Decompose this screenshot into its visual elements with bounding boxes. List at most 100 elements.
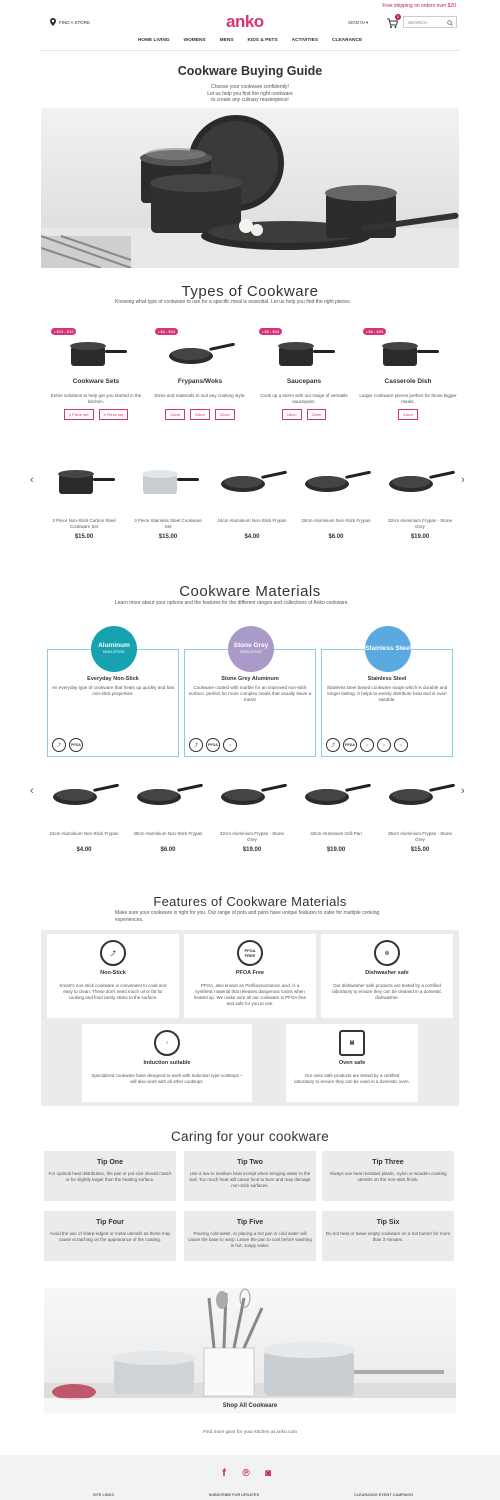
product-carousel-1: 3 Piece Non-Stick Carbon Steel Cookware … <box>47 462 457 540</box>
feature-desc: Our oven safe products are tested by a c… <box>294 1073 410 1084</box>
type-image <box>255 328 353 376</box>
type-card[interactable]: • $15 - $15 Cookware Sets Entire solutio… <box>47 328 145 420</box>
pfoa-free-icon: PFOA FREE <box>237 940 263 966</box>
feature-dishwasher-safe: ◎ Dishwasher safe Our dishwasher safe pr… <box>321 934 453 1018</box>
carousel-prev-arrow[interactable]: ‹ <box>30 474 34 486</box>
type-card[interactable]: • $5 - $15 Saucepans Cook up a storm wit… <box>255 328 353 420</box>
pinterest-icon[interactable]: ℗ <box>241 1469 251 1479</box>
footer-col-subscribe[interactable]: SUBSCRIBE FOR UPDATES <box>209 1493 259 1497</box>
material-desc: Stainless steel based cookware range whi… <box>326 685 448 702</box>
tip-title: Tip Four <box>96 1219 124 1226</box>
induction-icon: ○ <box>223 738 237 752</box>
product-name: 32cm Aluminium Frypan - Stone Grey <box>387 518 453 529</box>
footer-col-site-links[interactable]: SITE LINKS <box>93 1493 114 1497</box>
tip-card: Tip Two Use a low to medium heat except w… <box>184 1151 316 1201</box>
feature-desc: Our dishwasher safe products are tested … <box>332 983 442 1000</box>
size-chip[interactable]: 3 Piece set <box>63 409 94 420</box>
size-chip[interactable]: 24cm <box>165 409 186 420</box>
tip-card: Tip Three Always use heat resistant plast… <box>322 1151 454 1201</box>
product-card[interactable]: 24cm Aluminium Non-Stick Frypan $4.00 <box>215 462 289 540</box>
facebook-icon[interactable]: f <box>219 1469 229 1479</box>
feature-desc: Kmart's non-stick cookware is convenient… <box>59 983 167 1000</box>
product-card[interactable]: 32cm Aluminium Frypan - Stone Grey $19.0… <box>215 775 289 853</box>
type-image <box>359 328 457 376</box>
feature-title: Induction suitable <box>143 1060 191 1066</box>
search-icon[interactable] <box>447 20 453 26</box>
footer-col-clearance[interactable]: CLEARANCE EVENT CAMPAIGN <box>354 1493 413 1497</box>
nav-home-living[interactable]: HOME LIVING <box>138 38 170 43</box>
size-chip[interactable]: 24cm <box>398 409 418 420</box>
instagram-icon[interactable]: ◙ <box>263 1469 273 1479</box>
material-card[interactable]: Stone Grey NON-STICK Stone Grey Aluminum … <box>184 626 316 757</box>
size-chip[interactable]: 28cm <box>190 409 210 420</box>
nav-clearance[interactable]: CLEARANCE <box>332 38 362 43</box>
material-badge-label: Stainless Steel <box>365 644 411 652</box>
nav-divider <box>40 50 460 51</box>
product-card[interactable]: 3 Piece Stainless Steel Cookware Set $15… <box>131 462 205 540</box>
carousel-prev-arrow[interactable]: ‹ <box>30 785 34 797</box>
material-title: Stone Grey Aluminum <box>221 676 279 682</box>
product-name: 3 Piece Stainless Steel Cookware Set <box>134 518 202 529</box>
material-card[interactable]: Aluminum NON-STICK Everyday Non-Stick An … <box>47 626 179 757</box>
tip-card: Tip Six Do not heat or leave empty cookwa… <box>322 1211 454 1261</box>
product-price: $15.00 <box>74 534 94 540</box>
guide-intro-line: to create any culinary masterpiece! <box>211 97 289 103</box>
tip-title: Tip Six <box>376 1219 400 1226</box>
features-intro: Make sure your cookware is right for you… <box>115 910 380 923</box>
product-name: 35cm Aluminium Frypan - Stone Grey <box>387 831 453 842</box>
product-image <box>131 775 205 811</box>
page: Free shipping on orders over $20 FIND A … <box>0 0 500 1500</box>
caring-title: Caring for your cookware <box>170 1129 329 1144</box>
search-input[interactable]: SEARCH <box>403 16 457 28</box>
type-card[interactable]: • $6 - $25 Casserole Dish Larger cookwar… <box>359 328 457 420</box>
tip-desc: Always use heat resistant plastic, nylon… <box>329 1171 447 1182</box>
product-card[interactable]: 3 Piece Non-Stick Carbon Steel Cookware … <box>47 462 121 540</box>
carousel-next-arrow[interactable]: › <box>461 785 465 797</box>
tip-title: Tip Five <box>236 1219 264 1226</box>
size-chips: 16cm 20cm <box>255 409 353 420</box>
size-chip[interactable]: 32cm <box>214 409 235 420</box>
product-card[interactable]: 33cm Aluminium Grill Pan $19.00 <box>299 775 373 853</box>
type-card[interactable]: • $4 - $19 Frypans/Woks Sizes and materi… <box>151 328 249 420</box>
feature-induction: ○ Induction suitable Specialized cookwar… <box>82 1024 252 1102</box>
size-chip[interactable]: 16cm <box>281 409 302 420</box>
material-title: Everyday Non-Stick <box>87 676 139 682</box>
material-feature-icons: ⤴ PFOA ○ ○ ○ <box>326 738 408 752</box>
nav-activities[interactable]: ACTIVITIES <box>292 38 318 43</box>
anko-logo[interactable]: anko <box>226 12 264 32</box>
find-store-link[interactable]: FIND A STORE <box>50 18 90 26</box>
product-image <box>47 775 121 811</box>
material-desc: Cookware coated with marble for an impro… <box>188 685 312 702</box>
features-title: Features of Cookware Materials <box>153 894 347 909</box>
product-card[interactable]: 28cm Aluminium Non-Stick Frypan $6.00 <box>299 462 373 540</box>
carousel-next-arrow[interactable]: › <box>461 474 465 486</box>
feature-title: PFOA Free <box>235 970 265 976</box>
size-chip[interactable]: 20cm <box>306 409 327 420</box>
size-chip[interactable]: 5 Piece set <box>98 409 129 420</box>
product-name: 32cm Aluminium Frypan - Stone Grey <box>219 831 285 842</box>
shop-all-cookware-button[interactable]: Shop All Cookware <box>44 1398 456 1414</box>
hero-cookware-image <box>41 108 459 268</box>
nav-womens[interactable]: WOMENS <box>184 38 206 43</box>
nav-kids-pets[interactable]: KIDS & PETS <box>248 38 278 43</box>
more-gear-text[interactable]: Find more gear for your kitchen at anko.… <box>0 1430 500 1435</box>
oven-icon: ▤ <box>339 1030 365 1056</box>
tip-card: Tip Five Pouring cold water, or placing a… <box>184 1211 316 1261</box>
product-image <box>215 775 289 811</box>
footer: f ℗ ◙ SITE LINKS SUBSCRIBE FOR UPDATES C… <box>0 1455 500 1500</box>
material-card[interactable]: Stainless Steel Stainless Steel Stainles… <box>321 626 453 757</box>
sign-in-link[interactable]: SIGN IN ▾ <box>348 20 368 26</box>
search-placeholder: SEARCH <box>408 20 427 25</box>
product-card[interactable]: 28cm Aluminium Non-Stick Frypan $6.00 <box>131 775 205 853</box>
product-card[interactable]: 35cm Aluminium Frypan - Stone Grey $15.0… <box>383 775 457 853</box>
product-card[interactable]: 24cm Aluminium Non-Stick Frypan $4.00 <box>47 775 121 853</box>
cart-button[interactable]: 0 <box>386 14 401 28</box>
promo-banner[interactable]: Free shipping on orders over $20 <box>382 3 456 9</box>
product-card[interactable]: 32cm Aluminium Frypan - Stone Grey $19.0… <box>383 462 457 540</box>
price-range-badge: • $6 - $25 <box>363 328 387 335</box>
footer-columns: SITE LINKS SUBSCRIBE FOR UPDATES CLEARAN… <box>93 1493 413 1497</box>
product-price: $19.00 <box>326 847 346 853</box>
product-image <box>47 462 121 498</box>
nav-mens[interactable]: MENS <box>220 38 234 43</box>
non-stick-icon: ⤴ <box>189 738 203 752</box>
